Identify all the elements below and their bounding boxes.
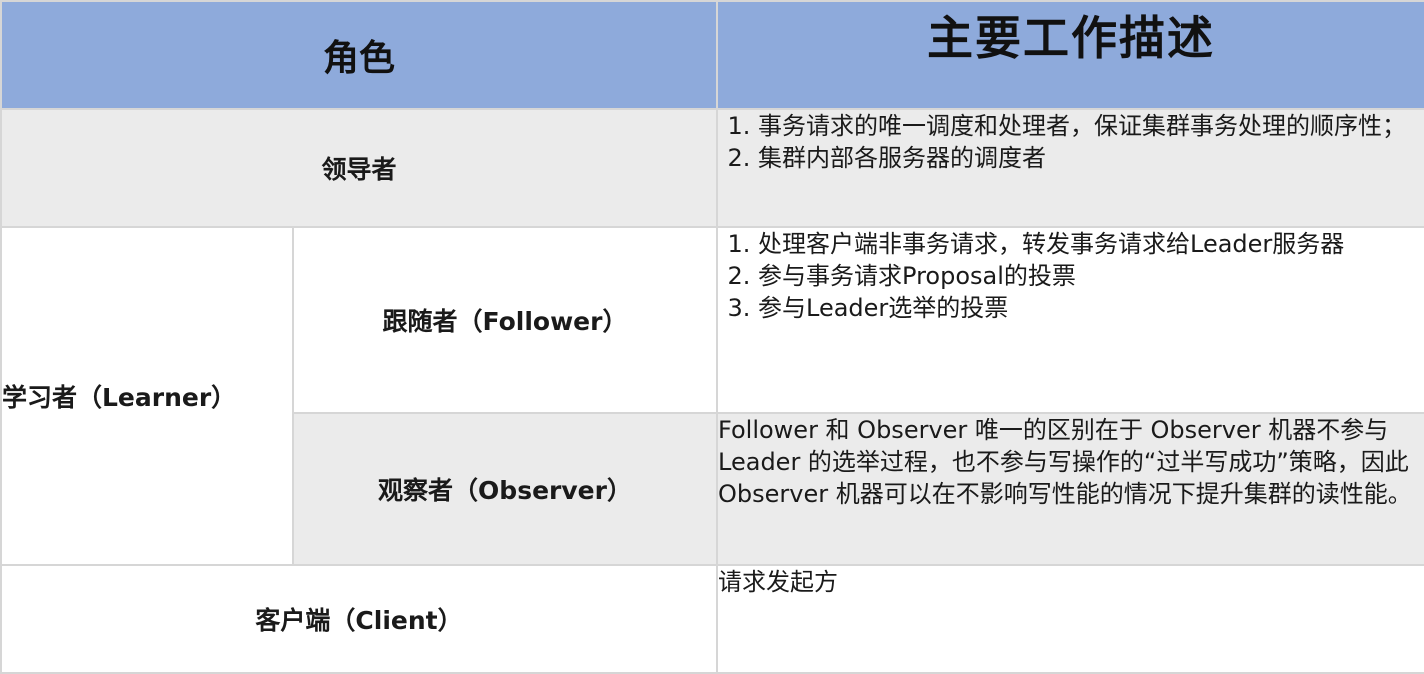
roles-table: 角色 主要工作描述 领导者 事务请求的唯一调度和处理者，保证集群事务处理的顺序性… <box>0 0 1424 674</box>
observer-description-text: Follower 和 Observer 唯一的区别在于 Observer 机器不… <box>718 416 1412 508</box>
learner-role: 学习者（Learner） <box>0 226 294 566</box>
follower-duty-list: 处理客户端非事务请求，转发事务请求给Leader服务器 参与事务请求Propos… <box>719 229 1423 324</box>
follower-duty-3: 参与Leader选举的投票 <box>758 292 1423 324</box>
header-row: 角色 主要工作描述 <box>0 0 1424 110</box>
header-role: 角色 <box>0 0 719 110</box>
follower-description: 处理客户端非事务请求，转发事务请求给Leader服务器 参与事务请求Propos… <box>716 226 1424 414</box>
client-description: 请求发起方 <box>716 564 1424 674</box>
observer-description: Follower 和 Observer 唯一的区别在于 Observer 机器不… <box>716 412 1424 566</box>
follower-row: 学习者（Learner） 跟随者（Follower） 处理客户端非事务请求，转发… <box>0 226 1424 566</box>
client-role: 客户端（Client） <box>0 564 719 674</box>
follower-duty-2: 参与事务请求Proposal的投票 <box>758 260 1423 292</box>
leader-row: 领导者 事务请求的唯一调度和处理者，保证集群事务处理的顺序性； 集群内部各服务器… <box>0 108 1424 228</box>
client-row: 客户端（Client） 请求发起方 <box>0 564 1424 674</box>
leader-description: 事务请求的唯一调度和处理者，保证集群事务处理的顺序性； 集群内部各服务器的调度者 <box>716 108 1424 228</box>
leader-role: 领导者 <box>0 108 719 228</box>
observer-role: 观察者（Observer） <box>291 412 719 566</box>
leader-duty-list: 事务请求的唯一调度和处理者，保证集群事务处理的顺序性； 集群内部各服务器的调度者 <box>719 111 1423 174</box>
header-description: 主要工作描述 <box>716 0 1424 110</box>
follower-role: 跟随者（Follower） <box>291 226 719 414</box>
leader-duty-1: 事务请求的唯一调度和处理者，保证集群事务处理的顺序性； <box>758 111 1423 142</box>
leader-duty-2: 集群内部各服务器的调度者 <box>758 142 1423 174</box>
follower-duty-1: 处理客户端非事务请求，转发事务请求给Leader服务器 <box>758 229 1423 260</box>
